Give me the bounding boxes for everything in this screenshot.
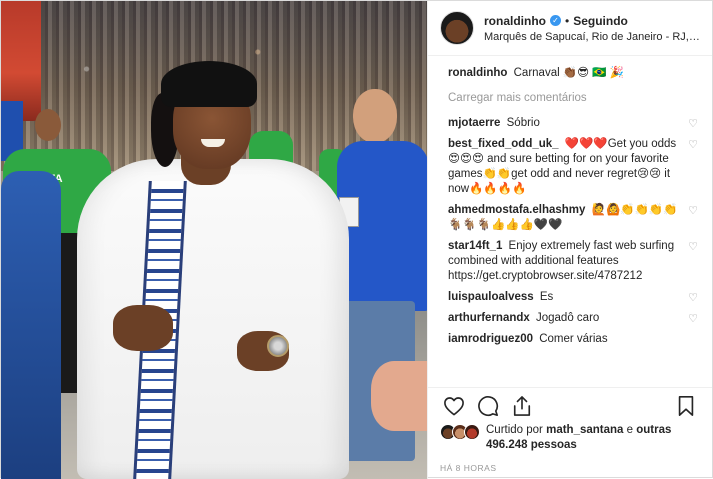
comment-like-heart-icon[interactable]: ♡ [688, 117, 698, 132]
comment-bubble-icon[interactable] [474, 392, 502, 420]
comment-like-heart-icon[interactable]: ♡ [688, 240, 698, 255]
comment-like-heart-icon[interactable]: ♡ [688, 312, 698, 327]
comment-item: best_fixed_odd_uk_ ❤️❤️❤️Get you odds😍😍😍… [448, 137, 698, 197]
comment-item: ahmedmostafa.elhashmy 🙋🙆👏👏👏👏🐐🐐🐐👍👍👍🖤🖤 ♡ [448, 203, 698, 233]
comment-like-heart-icon[interactable]: ♡ [688, 204, 698, 219]
likes-user[interactable]: math_santana [546, 424, 623, 436]
comment-item: luispauloalvess Es ♡ [448, 290, 698, 305]
person-left-edge [1, 171, 61, 479]
separator-dot: • [565, 13, 570, 28]
comment-item: iamrodriguez00 Comer várias [448, 332, 698, 347]
wristwatch [267, 335, 289, 357]
likes-text: Curtido por math_santana e outras 496.24… [486, 423, 700, 453]
caption-text: Carnaval 👏🏾😎 🇧🇷 🎉 [513, 67, 625, 79]
comment-item: star14ft_1 Enjoy extremely fast web surf… [448, 239, 698, 284]
verified-badge-icon: ✓ [550, 15, 561, 26]
load-more-comments-button[interactable]: Carregar mais comentários [448, 91, 698, 106]
comment-username[interactable]: luispauloalvess [448, 291, 534, 303]
comment-item: arthurfernandx Jogadô caro ♡ [448, 311, 698, 326]
comment-text: Jogadô caro [536, 312, 600, 324]
bookmark-icon[interactable] [672, 392, 700, 420]
comment-like-heart-icon[interactable]: ♡ [688, 291, 698, 306]
header-username[interactable]: ronaldinho [484, 14, 546, 28]
instagram-post: PISTA ronaldinho ✓ • Segui [0, 0, 713, 479]
comment-item: mjotaerre Sóbrio ♡ [448, 116, 698, 131]
comments-section: ronaldinho Carnaval 👏🏾😎 🇧🇷 🎉 Carregar ma… [428, 56, 712, 387]
likes-summary: Curtido por math_santana e outras 496.24… [428, 423, 712, 459]
caption-username[interactable]: ronaldinho [448, 67, 507, 79]
liker-avatars [440, 424, 480, 440]
comment-username[interactable]: iamrodriguez00 [448, 333, 533, 345]
likes-prefix: Curtido por [486, 424, 543, 436]
post-timestamp[interactable]: HÁ 8 HORAS [428, 459, 712, 479]
black-bandana [161, 61, 257, 107]
profile-avatar[interactable] [440, 11, 474, 45]
left-hand [113, 305, 173, 351]
foreground-hand [371, 361, 427, 431]
post-photo[interactable]: PISTA [1, 1, 427, 479]
header-line: ronaldinho ✓ • Seguindo [484, 14, 700, 28]
share-icon[interactable] [508, 392, 536, 420]
staff-head [35, 109, 61, 141]
comment-text: Comer várias [539, 333, 608, 345]
comment-text: Es [539, 291, 554, 303]
comment-username[interactable]: ahmedmostafa.elhashmy [448, 204, 585, 216]
post-header: ronaldinho ✓ • Seguindo Marquês de Sapuc… [428, 1, 712, 56]
comment-username[interactable]: star14ft_1 [448, 240, 502, 252]
post-side-panel: ronaldinho ✓ • Seguindo Marquês de Sapuc… [427, 1, 712, 479]
post-caption: ronaldinho Carnaval 👏🏾😎 🇧🇷 🎉 [448, 66, 698, 81]
staff-blue-head [353, 89, 397, 143]
header-text: ronaldinho ✓ • Seguindo Marquês de Sapuc… [484, 14, 700, 43]
action-bar [428, 387, 712, 423]
location-link[interactable]: Marquês de Sapucaí, Rio de Janeiro - RJ,… [484, 31, 700, 43]
following-button[interactable]: Seguindo [573, 14, 628, 28]
comment-username[interactable]: best_fixed_odd_uk_ [448, 138, 559, 150]
comment-username[interactable]: mjotaerre [448, 117, 500, 129]
comment-text: Sóbrio [506, 117, 540, 129]
comment-username[interactable]: arthurfernandx [448, 312, 530, 324]
comment-like-heart-icon[interactable]: ♡ [688, 138, 698, 153]
like-heart-icon[interactable] [440, 392, 468, 420]
likes-middle: e [626, 424, 634, 436]
liker-avatar [464, 424, 480, 440]
